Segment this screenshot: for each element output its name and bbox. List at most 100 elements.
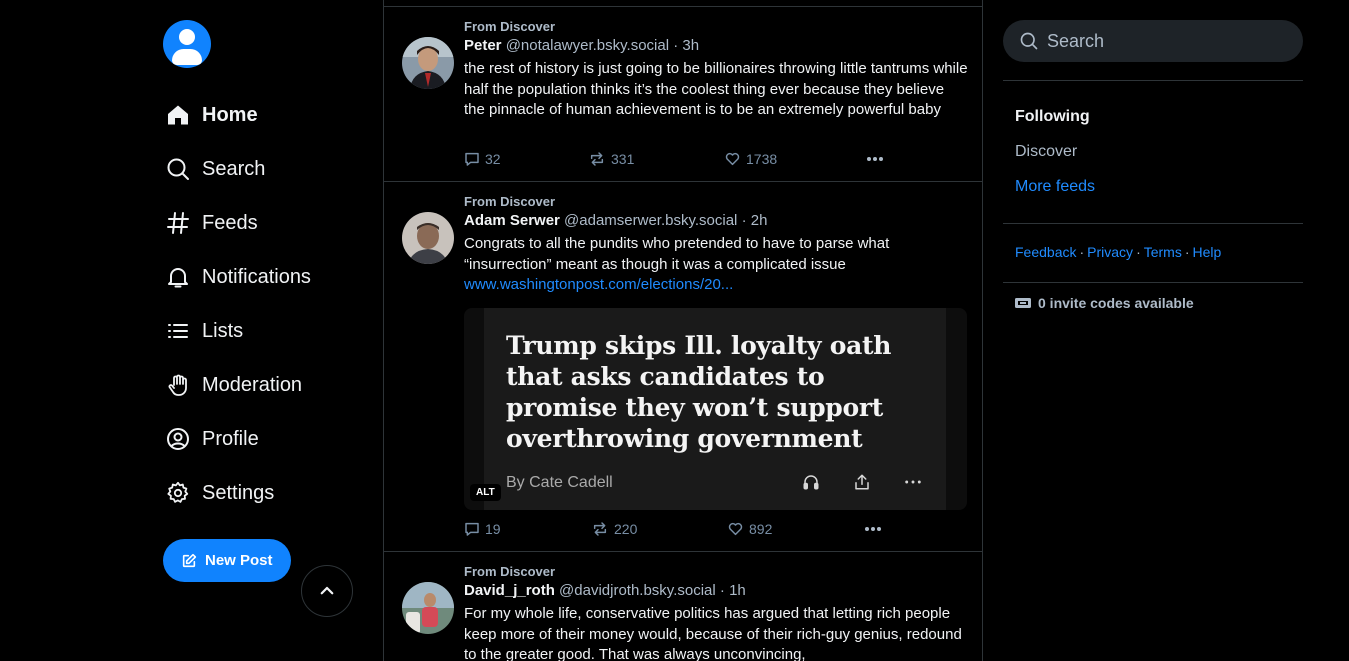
reply-button[interactable]: 32 bbox=[464, 151, 501, 167]
post-text: For my whole life, conservative politics… bbox=[464, 605, 962, 661]
link-separator: · bbox=[1136, 244, 1141, 260]
feed-following[interactable]: Following bbox=[1015, 106, 1291, 141]
search-input[interactable]: Search bbox=[1003, 20, 1303, 62]
post-text: the rest of history is just going to be … bbox=[464, 60, 968, 119]
link-separator: · bbox=[1079, 244, 1085, 260]
nav-label: Moderation bbox=[202, 373, 303, 396]
compose-icon bbox=[182, 553, 197, 567]
help-link[interactable]: Help bbox=[1193, 244, 1222, 260]
post-avatar[interactable] bbox=[402, 212, 454, 264]
more-options-button[interactable] bbox=[863, 521, 883, 537]
repost-count: 331 bbox=[611, 151, 635, 167]
nav-label: Home bbox=[202, 103, 258, 126]
author-handle[interactable]: @adamserwer.bsky.social bbox=[564, 212, 737, 229]
post-source: From Discover bbox=[464, 564, 556, 579]
nav-label: Settings bbox=[202, 481, 275, 504]
nav-label: Notifications bbox=[202, 265, 311, 288]
nav-item-feeds[interactable]: Feeds bbox=[163, 196, 373, 250]
like-count: 1738 bbox=[746, 151, 778, 167]
reply-button[interactable]: 19 bbox=[464, 521, 501, 537]
author-name[interactable]: Adam Serwer bbox=[464, 212, 560, 229]
post-time: · 1h bbox=[719, 582, 746, 599]
list-icon bbox=[164, 317, 192, 345]
post-text: Congrats to all the pundits who pretende… bbox=[464, 235, 890, 273]
more-feeds-link[interactable]: More feeds bbox=[1015, 176, 1291, 211]
search-icon bbox=[164, 155, 192, 183]
nav-item-settings[interactable]: Settings bbox=[163, 466, 373, 520]
alt-badge[interactable]: ALT bbox=[470, 484, 501, 501]
embed-headline: Trump skips Ill. loyalty oath that asks … bbox=[506, 331, 892, 453]
nav-item-search[interactable]: Search bbox=[163, 142, 373, 196]
privacy-link[interactable]: Privacy bbox=[1087, 244, 1133, 260]
post[interactable]: From Discover Adam Serwer @adamserwer.bs… bbox=[384, 181, 982, 552]
repost-icon bbox=[590, 152, 604, 166]
home-icon bbox=[164, 101, 192, 129]
nav-item-home[interactable]: Home bbox=[163, 88, 373, 142]
post-actions: 32 331 1738 bbox=[464, 151, 969, 171]
new-post-button[interactable]: New Post bbox=[163, 539, 291, 582]
post-content: From Discover David_j_roth @davidjroth.b… bbox=[464, 564, 969, 661]
invite-codes[interactable]: 0 invite codes available bbox=[1003, 283, 1303, 323]
scroll-to-top-button[interactable] bbox=[301, 565, 353, 617]
nav-label: Search bbox=[202, 157, 266, 180]
post-content: From Discover Adam Serwer @adamserwer.bs… bbox=[464, 194, 969, 296]
more-icon bbox=[904, 473, 922, 496]
reply-icon bbox=[465, 522, 479, 536]
more-icon bbox=[867, 157, 883, 161]
repost-button[interactable]: 331 bbox=[588, 151, 634, 167]
heart-icon bbox=[728, 522, 743, 536]
avatar-head bbox=[179, 29, 195, 45]
ticket-icon bbox=[1015, 298, 1031, 308]
nav-item-notifications[interactable]: Notifications bbox=[163, 250, 373, 304]
nav-label: Profile bbox=[202, 427, 259, 450]
post-link[interactable]: www.washingtonpost.com/elections/20... bbox=[464, 275, 969, 296]
footer-links: Feedback · Privacy · Terms · Help bbox=[1003, 224, 1303, 282]
post-source: From Discover bbox=[464, 194, 556, 209]
user-circle-icon bbox=[164, 425, 192, 453]
new-post-label: New Post bbox=[205, 552, 273, 569]
embed-image[interactable]: Trump skips Ill. loyalty oath that asks … bbox=[484, 308, 946, 510]
post-avatar[interactable] bbox=[402, 37, 454, 89]
left-nav: Home Search Feeds Notifications Lists Mo… bbox=[163, 20, 373, 582]
feeds-list: Following Discover More feeds bbox=[1003, 81, 1303, 223]
more-icon bbox=[865, 527, 881, 531]
terms-link[interactable]: Terms bbox=[1144, 244, 1182, 260]
nav-list: Home Search Feeds Notifications Lists Mo… bbox=[163, 88, 373, 520]
repost-button[interactable]: 220 bbox=[591, 521, 637, 537]
user-avatar[interactable] bbox=[163, 20, 211, 68]
share-icon bbox=[853, 473, 871, 496]
reply-count: 32 bbox=[485, 151, 501, 167]
heart-icon bbox=[725, 152, 740, 166]
author-handle[interactable]: @davidjroth.bsky.social bbox=[559, 582, 716, 599]
reply-icon bbox=[465, 152, 479, 166]
reply-count: 19 bbox=[485, 521, 501, 537]
author-name[interactable]: Peter bbox=[464, 37, 502, 54]
link-separator: · bbox=[1184, 244, 1190, 260]
repost-icon bbox=[593, 522, 607, 536]
nav-item-moderation[interactable]: Moderation bbox=[163, 358, 373, 412]
search-icon bbox=[1020, 32, 1038, 50]
post[interactable]: From Discover David_j_roth @davidjroth.b… bbox=[384, 551, 982, 661]
nav-label: Lists bbox=[202, 319, 244, 342]
search-placeholder: Search bbox=[1047, 30, 1105, 51]
avatar-body bbox=[172, 49, 202, 65]
like-count: 892 bbox=[749, 521, 773, 537]
feed-discover[interactable]: Discover bbox=[1015, 141, 1291, 176]
post[interactable]: From Discover Peter @notalawyer.bsky.soc… bbox=[384, 6, 982, 182]
author-handle[interactable]: @notalawyer.bsky.social bbox=[506, 37, 669, 54]
like-button[interactable]: 1738 bbox=[724, 151, 777, 167]
like-button[interactable]: 892 bbox=[727, 521, 772, 537]
more-options-button[interactable] bbox=[865, 151, 885, 167]
author-name[interactable]: David_j_roth bbox=[464, 582, 555, 599]
post-content: From Discover Peter @notalawyer.bsky.soc… bbox=[464, 19, 969, 121]
nav-item-profile[interactable]: Profile bbox=[163, 412, 373, 466]
nav-label: Feeds bbox=[202, 211, 258, 234]
embed-byline: By Cate Cadell bbox=[506, 474, 613, 491]
link-embed-card[interactable]: Trump skips Ill. loyalty oath that asks … bbox=[464, 308, 967, 510]
hand-icon bbox=[164, 371, 192, 399]
post-time: · 2h bbox=[741, 212, 768, 229]
repost-count: 220 bbox=[614, 521, 638, 537]
feedback-link[interactable]: Feedback bbox=[1015, 244, 1076, 260]
nav-item-lists[interactable]: Lists bbox=[163, 304, 373, 358]
post-avatar[interactable] bbox=[402, 582, 454, 634]
